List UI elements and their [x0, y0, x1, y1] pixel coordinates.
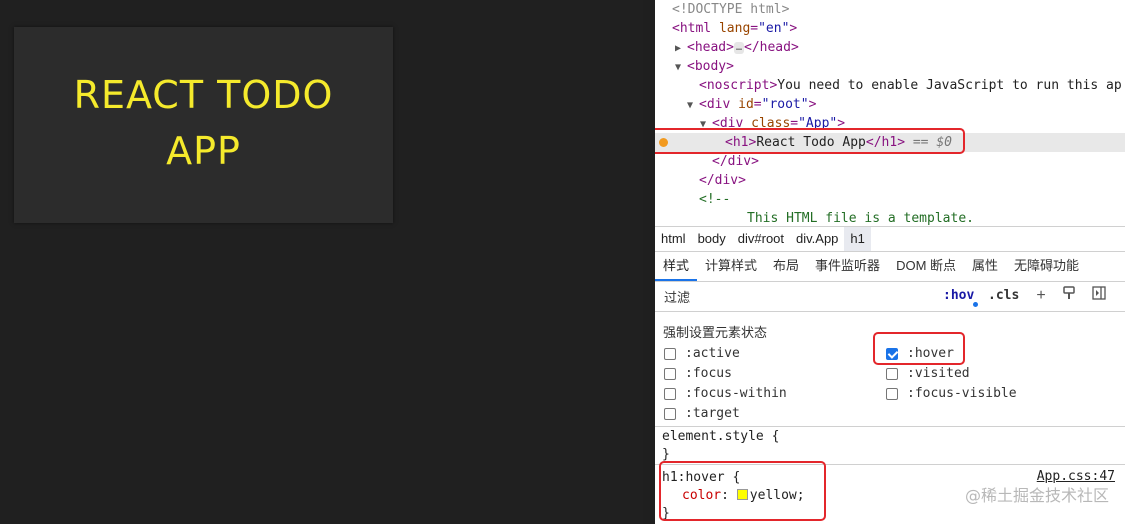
tab-computed[interactable]: 计算样式	[697, 252, 765, 281]
tab-properties[interactable]: 属性	[964, 252, 1006, 281]
state-target-checkbox[interactable]: :target	[664, 405, 740, 423]
app-container: REACT TODO APP	[14, 27, 393, 223]
expand-triangle-icon[interactable]: ▶	[675, 39, 687, 58]
filter-bar: :hov .cls +	[655, 282, 1125, 312]
dom-line-div-root[interactable]: ▼ <div id="root">	[687, 95, 816, 114]
filter-input[interactable]	[658, 286, 934, 308]
tab-styles[interactable]: 样式	[655, 252, 698, 281]
highlight-box-hover	[873, 332, 965, 365]
add-rule-icon[interactable]: +	[1031, 286, 1051, 306]
dom-line-doctype[interactable]: <!DOCTYPE html>	[672, 0, 789, 19]
toggle-sidebar-icon[interactable]	[1089, 286, 1109, 306]
tab-dom-breakpoints[interactable]: DOM 断点	[888, 252, 964, 281]
element-style-rule: element.style { }	[655, 428, 1125, 465]
collapse-triangle-icon[interactable]: ▼	[687, 96, 699, 115]
breadcrumb-div-root[interactable]: div#root	[732, 227, 790, 251]
hov-toggle-button[interactable]: :hov	[943, 288, 974, 303]
hov-active-dot	[973, 302, 978, 307]
checkbox-icon[interactable]	[664, 368, 676, 380]
dom-line-html[interactable]: <html lang="en">	[672, 19, 797, 38]
highlight-box-rule	[659, 461, 826, 521]
watermark: @稀土掘金技术社区	[964, 486, 1109, 505]
dom-line-comment-text[interactable]: This HTML file is a template.	[747, 209, 974, 226]
dom-line-comment-open[interactable]: <!--	[699, 190, 730, 209]
breadcrumb-body[interactable]: body	[692, 227, 732, 251]
page-preview: REACT TODO APP	[0, 0, 643, 524]
tab-event-listeners[interactable]: 事件监听器	[807, 252, 888, 281]
paint-brush-icon[interactable]	[1059, 286, 1079, 306]
breadcrumb-div-app[interactable]: div.App	[790, 227, 844, 251]
checkbox-icon[interactable]	[664, 348, 676, 360]
dom-line-div-root-close[interactable]: </div>	[699, 171, 746, 190]
dom-line-noscript[interactable]: <noscript>You need to enable JavaScript …	[699, 76, 1122, 95]
tab-layout[interactable]: 布局	[765, 252, 807, 281]
checkbox-icon[interactable]	[664, 388, 676, 400]
checkbox-icon[interactable]	[664, 408, 676, 420]
devtools-panel: <!DOCTYPE html> <html lang="en"> ▶ <head>…	[655, 0, 1125, 524]
checkbox-icon[interactable]	[886, 388, 898, 400]
styles-tab-bar: 样式 计算样式 布局 事件监听器 DOM 断点 属性 无障碍功能	[655, 252, 1125, 282]
dom-tree: <!DOCTYPE html> <html lang="en"> ▶ <head>…	[655, 0, 1125, 226]
force-state-title: 强制设置元素状态	[663, 325, 768, 340]
state-focus-checkbox[interactable]: :focus	[664, 365, 732, 383]
dom-line-div-app-close[interactable]: </div>	[712, 152, 759, 171]
app-title: REACT TODO APP	[73, 73, 334, 173]
tab-accessibility[interactable]: 无障碍功能	[1006, 252, 1087, 281]
collapsed-ellipsis-icon[interactable]: …	[733, 42, 744, 54]
highlight-box-h1	[655, 128, 965, 154]
force-state-panel: 强制设置元素状态 :active :focus :focus-within :t…	[655, 312, 1125, 427]
breadcrumb: html body div#root div.App h1	[655, 226, 1125, 252]
state-active-checkbox[interactable]: :active	[664, 345, 740, 363]
element-style-selector[interactable]: element.style {	[655, 428, 1125, 446]
cls-toggle-button[interactable]: .cls	[988, 288, 1019, 303]
collapse-triangle-icon[interactable]: ▼	[675, 58, 687, 77]
state-visited-checkbox[interactable]: :visited	[886, 365, 970, 383]
checkbox-icon[interactable]	[886, 368, 898, 380]
breadcrumb-html[interactable]: html	[655, 227, 692, 251]
dom-line-head[interactable]: ▶ <head>… </head>	[675, 38, 799, 57]
state-focus-within-checkbox[interactable]: :focus-within	[664, 385, 787, 403]
state-focus-visible-checkbox[interactable]: :focus-visible	[886, 385, 1017, 403]
panel-divider[interactable]	[643, 0, 655, 524]
dom-line-body[interactable]: ▼ <body>	[675, 57, 734, 76]
breadcrumb-h1[interactable]: h1	[844, 227, 871, 251]
